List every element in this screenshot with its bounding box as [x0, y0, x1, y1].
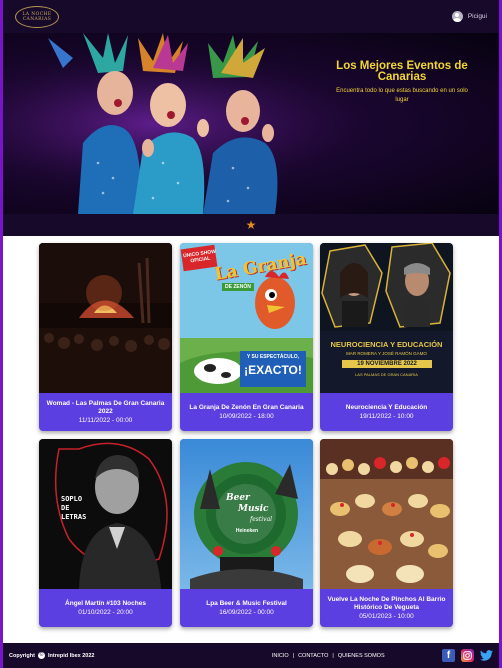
event-image: Beer Music festival Heineken	[180, 439, 313, 589]
twitter-icon[interactable]	[479, 649, 493, 662]
hero-title: Los Mejores Eventos de Canarias	[336, 60, 468, 83]
event-title: Lpa Beer & Music Festival	[206, 599, 287, 607]
event-title: La Granja De Zenón En Gran Canaria	[189, 403, 304, 411]
event-info: Womad - Las Palmas De Gran Canaria 2022 …	[39, 393, 172, 431]
event-info: Vuelve La Noche De Pinchos Al Barrio His…	[320, 589, 453, 627]
beer-poster-line3: festival	[250, 516, 273, 523]
user-avatar-icon	[451, 11, 463, 22]
hero-subtitle: Encuentra todo lo que estas buscando en …	[336, 88, 468, 103]
footer-link-contacto[interactable]: CONTACTO	[298, 653, 328, 659]
footer-copyright: Copyright © Intrepid Ibex 2022	[9, 652, 94, 659]
instagram-icon[interactable]	[460, 649, 474, 662]
footer-link-inicio[interactable]: INICIO	[272, 653, 289, 659]
star-icon[interactable]: ★	[246, 219, 257, 231]
event-info: Ángel Martín #103 Noches 01/10/2022 - 20…	[39, 589, 172, 627]
event-info: Lpa Beer & Music Festival 16/09/2022 - 0…	[180, 589, 313, 627]
event-date: 19/11/2022 - 10:00	[359, 412, 414, 420]
facebook-icon[interactable]: f	[441, 649, 455, 662]
granja-poster-sub: DE ZENÓN	[222, 283, 254, 291]
event-title: Vuelve La Noche De Pinchos Al Barrio His…	[327, 595, 446, 611]
event-image: SOPLO DE LETRAS	[39, 439, 172, 589]
event-date: 01/10/2022 - 20:00	[78, 608, 133, 616]
social-links: f	[441, 649, 493, 662]
event-info: Neurociencia Y Educación 19/11/2022 - 10…	[320, 393, 453, 431]
user-name: Picigui	[467, 13, 487, 20]
event-image	[39, 243, 172, 393]
top-navbar: LA NOCHE CANARIAS Picigui	[3, 0, 499, 33]
beer-poster-line1: Beer	[226, 493, 250, 503]
copyright-company: Intrepid Ibex 2022	[47, 652, 95, 659]
copyright-icon: ©	[37, 652, 45, 659]
footer-link-separator: |	[332, 652, 334, 659]
event-date: 11/11/2022 - 00:00	[78, 416, 133, 424]
angel-poster-text: SOPLO DE LETRAS	[61, 495, 87, 521]
hero-banner: Los Mejores Eventos de Canarias Encuentr…	[3, 33, 499, 214]
event-card[interactable]: Beer Music festival Heineken Lpa Beer & …	[180, 439, 313, 627]
event-title: Womad - Las Palmas De Gran Canaria 2022	[46, 399, 165, 415]
copyright-label: Copyright	[9, 652, 35, 659]
event-card[interactable]: SOPLO DE LETRAS Ángel Martín #103 Noches…	[39, 439, 172, 627]
event-card[interactable]: Womad - Las Palmas De Gran Canaria 2022 …	[39, 243, 172, 431]
events-grid: Womad - Las Palmas De Gran Canaria 2022 …	[39, 243, 453, 633]
footer-link-quienes-somos[interactable]: QUIENES SOMOS	[338, 653, 385, 659]
event-card[interactable]: NEUROCIENCIA Y EDUCACIÓN MAR ROMERA Y JO…	[320, 243, 453, 431]
neuro-poster-date: 19 NOVIEMBRE 2022	[342, 360, 432, 368]
beer-poster-brand: Heineken	[235, 528, 259, 534]
event-image	[320, 439, 453, 589]
event-image: ÚNICO SHOW OFICIAL La Granja DE ZENÓN Y …	[180, 243, 313, 393]
event-info: La Granja De Zenón En Gran Canaria 10/09…	[180, 393, 313, 431]
event-title: Ángel Martín #103 Noches	[65, 599, 146, 607]
event-date: 16/09/2022 - 00:00	[219, 608, 274, 616]
neuro-poster-place: LAS PALMAS DE GRAN CANARIA	[355, 372, 418, 377]
logo-line2: CANARIAS	[22, 16, 52, 22]
footer: Copyright © Intrepid Ibex 2022 INICIO | …	[3, 643, 499, 668]
granja-poster-tag: Y SU ESPECTÁCULO,	[246, 354, 300, 360]
event-title: Neurociencia Y Educación	[345, 403, 428, 411]
site-logo[interactable]: LA NOCHE CANARIAS	[15, 5, 59, 28]
carousel-indicator-bar: ★	[3, 214, 499, 236]
granja-poster-big: ¡EXACTO!	[244, 363, 302, 377]
event-date: 10/09/2022 - 18:00	[219, 412, 274, 420]
footer-links: INICIO | CONTACTO | QUIENES SOMOS	[272, 653, 385, 659]
user-menu[interactable]: Picigui	[451, 11, 487, 22]
neuro-poster-names: MAR ROMERA Y JOSÉ RAMÓN GAMO	[346, 351, 427, 356]
footer-link-separator: |	[292, 652, 295, 659]
event-card[interactable]: ÚNICO SHOW OFICIAL La Granja DE ZENÓN Y …	[180, 243, 313, 431]
beer-poster-line2: Music	[238, 504, 269, 514]
event-date: 05/01/2023 - 10:00	[359, 612, 414, 620]
event-image: NEUROCIENCIA Y EDUCACIÓN MAR ROMERA Y JO…	[320, 243, 453, 393]
neuro-poster-title: NEUROCIENCIA Y EDUCACIÓN	[330, 340, 443, 349]
event-card[interactable]: Vuelve La Noche De Pinchos Al Barrio His…	[320, 439, 453, 627]
